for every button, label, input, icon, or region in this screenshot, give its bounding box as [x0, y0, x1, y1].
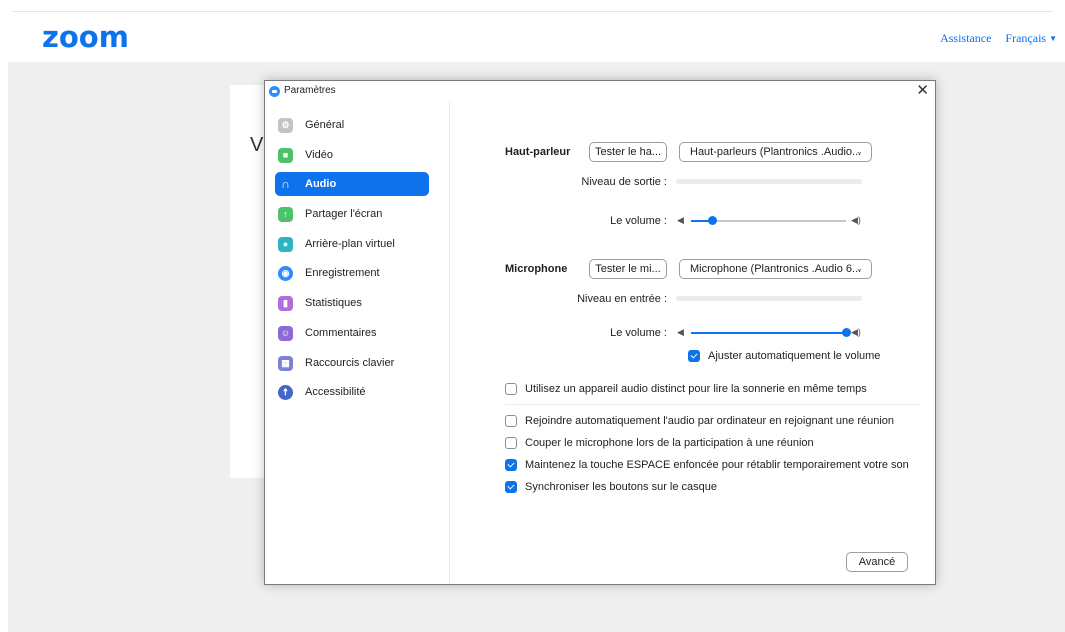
chevron-down-icon: ⌄: [855, 146, 863, 156]
input-level-label: Niveau en entrée :: [577, 293, 667, 305]
sidebar-item-label: Général: [305, 119, 345, 131]
sidebar-item-label: Audio: [305, 178, 337, 190]
microphone-volume-thumb[interactable]: [841, 328, 851, 337]
checkbox-box: [505, 481, 517, 493]
checkbox-label: Rejoindre automatiquement l'audio par or…: [525, 415, 895, 427]
video-camera-icon: ■: [278, 147, 293, 163]
checkbox-box: [505, 383, 517, 395]
caret-down-icon: ▼: [1049, 34, 1057, 43]
microphone-device-select[interactable]: Microphone (Plantronics .Audio 6... ⌄: [679, 259, 872, 279]
output-level-label: Niveau de sortie :: [581, 176, 667, 188]
microphone-device-value: Microphone (Plantronics .Audio 6...: [690, 263, 862, 275]
checkbox-label: Synchroniser les boutons sur le casque: [525, 481, 717, 493]
sidebar-item-general[interactable]: ⚙ Général: [275, 113, 429, 137]
close-button[interactable]: ✕: [916, 82, 929, 100]
speaker-section-label: Haut-parleur: [505, 146, 571, 158]
checkbox-label: Maintenez la touche ESPACE enfoncée pour…: [525, 459, 909, 471]
sidebar-item-label: Arrière-plan virtuel: [305, 238, 395, 250]
sidebar-item-label: Partager l'écran: [305, 208, 383, 220]
push-to-talk-checkbox[interactable]: Maintenez la touche ESPACE enfoncée pour…: [505, 459, 909, 471]
options-divider: [505, 404, 921, 405]
record-icon: ◉: [278, 265, 293, 281]
sidebar-item-keyboard-shortcuts[interactable]: ▦ Raccourcis clavier: [275, 351, 429, 375]
test-microphone-button[interactable]: Tester le mi...: [589, 259, 667, 279]
speaker-volume-label: Le volume :: [610, 215, 667, 227]
auto-adjust-volume-checkbox[interactable]: Ajuster automatiquement le volume: [688, 350, 880, 362]
microphone-volume-label: Le volume :: [610, 327, 667, 339]
sidebar-item-label: Enregistrement: [305, 267, 380, 279]
sidebar-item-audio[interactable]: ∩ Audio: [275, 172, 429, 196]
checkbox-box: [505, 415, 517, 427]
keyboard-icon: ▦: [278, 355, 293, 371]
sidebar-item-statistics[interactable]: ▮ Statistiques: [275, 291, 429, 315]
share-screen-icon: ↑: [278, 206, 293, 222]
sidebar-item-virtual-background[interactable]: ● Arrière-plan virtuel: [275, 232, 429, 256]
background-card-text: V: [250, 134, 264, 156]
language-selector[interactable]: Français ▼: [1005, 31, 1057, 46]
gear-icon: ⚙: [278, 117, 293, 133]
auto-join-audio-checkbox[interactable]: Rejoindre automatiquement l'audio par or…: [505, 415, 894, 427]
input-level-meter: [676, 296, 862, 301]
dialog-title: Paramètres: [284, 85, 336, 96]
support-link[interactable]: Assistance: [940, 31, 991, 46]
speaker-device-value: Haut-parleurs (Plantronics .Audio...: [690, 146, 862, 158]
top-links: Assistance Français ▼: [940, 31, 1057, 46]
person-background-icon: ●: [278, 236, 293, 252]
smiley-icon: ☺: [278, 325, 293, 341]
sidebar-item-label: Statistiques: [305, 297, 362, 309]
sidebar-item-feedback[interactable]: ☺ Commentaires: [275, 321, 429, 345]
volume-low-icon: ◀: [677, 215, 684, 225]
output-level-meter: [676, 179, 862, 184]
accessibility-icon: ☨: [278, 384, 293, 400]
sidebar-item-accessibility[interactable]: ☨ Accessibilité: [275, 380, 429, 404]
sidebar-item-label: Raccourcis clavier: [305, 357, 395, 369]
sidebar-item-recording[interactable]: ◉ Enregistrement: [275, 261, 429, 285]
checkbox-box: [505, 459, 517, 471]
sidebar-item-share-screen[interactable]: ↑ Partager l'écran: [275, 202, 429, 226]
headphones-icon: ∩: [281, 177, 290, 191]
zoom-app-icon: [269, 86, 280, 97]
checkbox-label: Utilisez un appareil audio distinct pour…: [525, 383, 867, 395]
advanced-button[interactable]: Avancé: [846, 552, 908, 572]
checkbox-label: Couper le microphone lors de la particip…: [525, 437, 814, 449]
volume-high-icon: ◀): [851, 327, 861, 337]
test-speaker-button[interactable]: Tester le ha...: [589, 142, 667, 162]
checkbox-box: [505, 437, 517, 449]
sidebar-item-label: Commentaires: [305, 327, 377, 339]
dialog-titlebar: Paramètres ✕: [265, 81, 935, 101]
speaker-volume-thumb[interactable]: [708, 216, 718, 225]
language-label: Français: [1005, 31, 1047, 45]
chevron-down-icon: ⌄: [855, 263, 863, 273]
sidebar-item-label: Accessibilité: [305, 386, 366, 398]
zoom-logo[interactable]: zoom: [42, 20, 129, 54]
volume-low-icon: ◀: [677, 327, 684, 337]
mute-on-join-checkbox[interactable]: Couper le microphone lors de la particip…: [505, 437, 814, 449]
sidebar-item-video[interactable]: ■ Vidéo: [275, 143, 429, 167]
checkbox-box: [688, 350, 700, 362]
separate-ringtone-device-checkbox[interactable]: Utilisez un appareil audio distinct pour…: [505, 383, 867, 395]
sync-headset-buttons-checkbox[interactable]: Synchroniser les boutons sur le casque: [505, 481, 717, 493]
volume-high-icon: ◀): [851, 215, 861, 225]
settings-sidebar: ⚙ Général ■ Vidéo ∩ Audio ↑ Partager l'é…: [265, 101, 450, 584]
microphone-volume-fill: [691, 332, 846, 334]
settings-dialog: Paramètres ✕ ⚙ Général ■ Vidéo ∩ Audio ↑…: [264, 80, 936, 585]
sidebar-item-label: Vidéo: [305, 149, 333, 161]
speaker-device-select[interactable]: Haut-parleurs (Plantronics .Audio... ⌄: [679, 142, 872, 162]
audio-settings-panel: Haut-parleur Tester le ha... Haut-parleu…: [451, 101, 935, 584]
checkbox-label: Ajuster automatiquement le volume: [708, 350, 881, 362]
bar-chart-icon: ▮: [278, 295, 293, 311]
microphone-section-label: Microphone: [505, 263, 568, 275]
top-divider: [12, 11, 1053, 12]
